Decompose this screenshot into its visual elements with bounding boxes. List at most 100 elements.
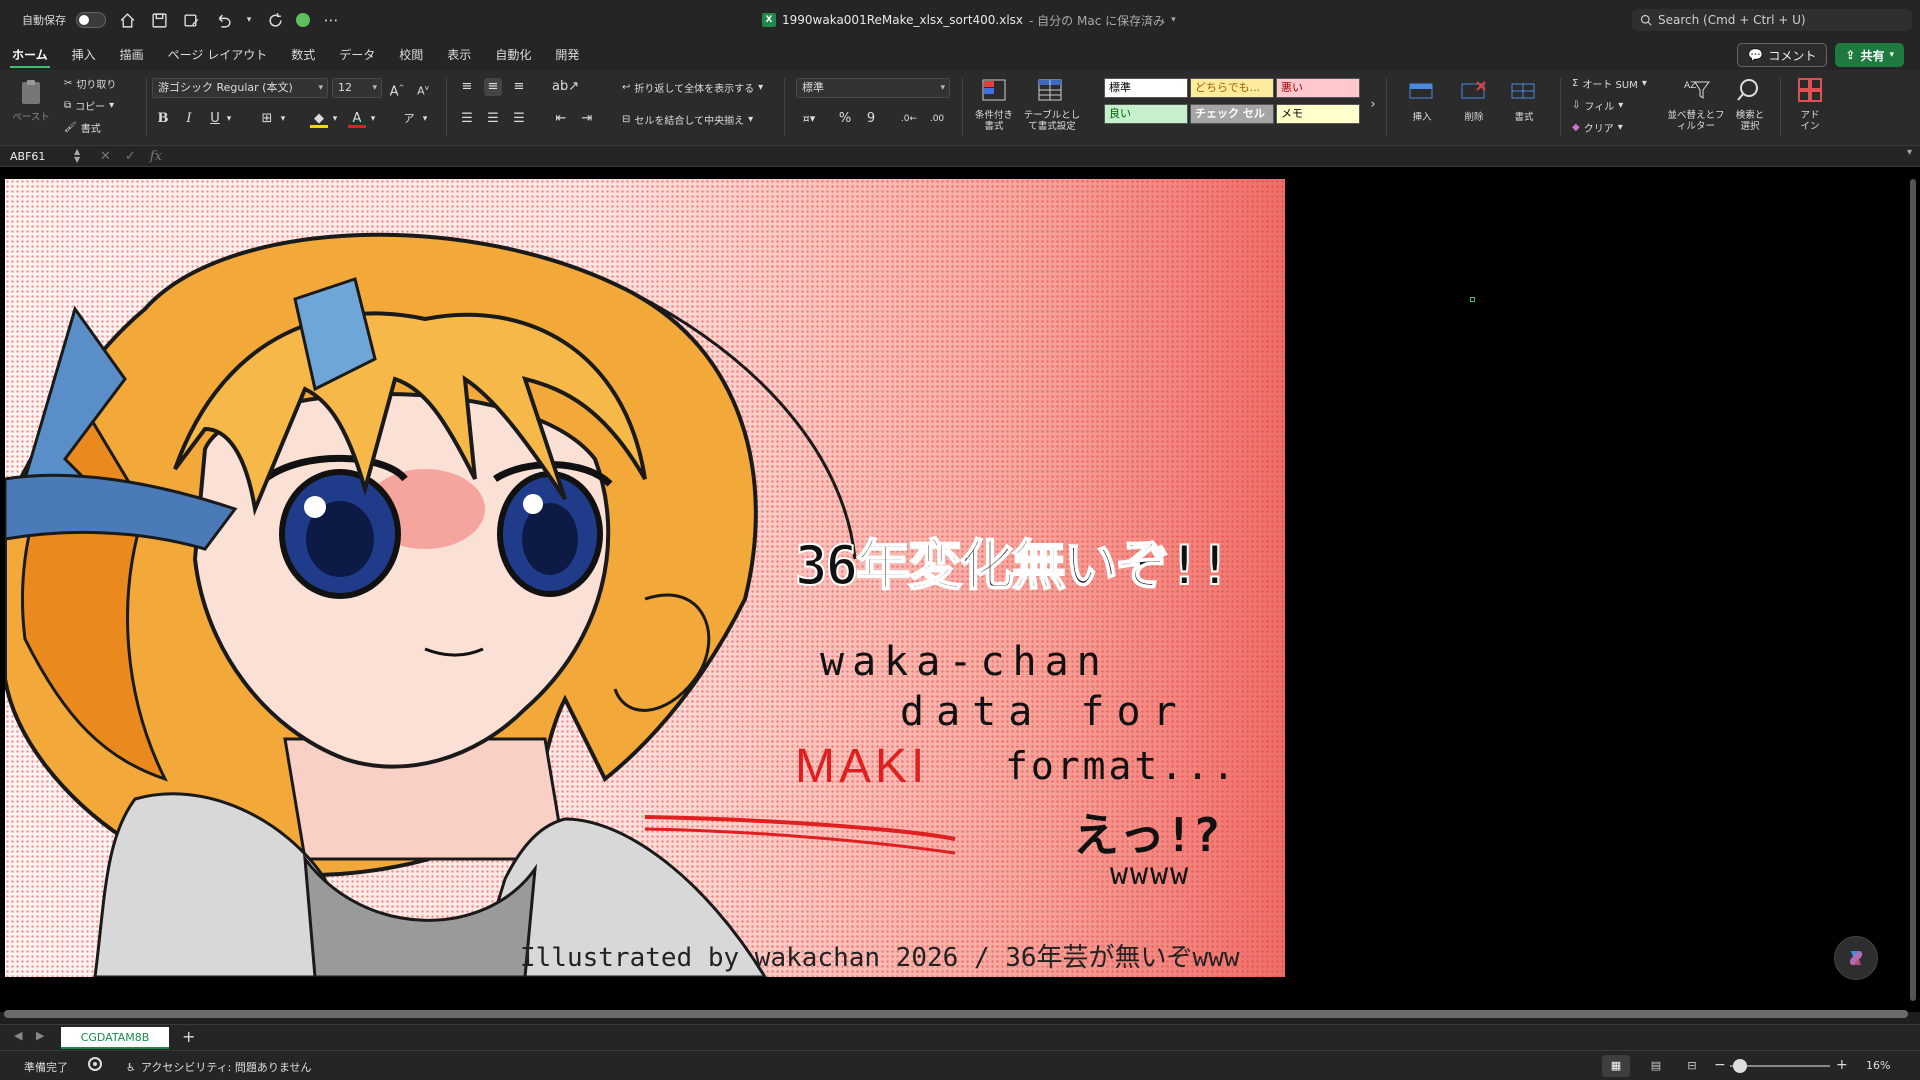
percent-button[interactable]: % bbox=[836, 110, 854, 128]
font-name-select[interactable]: 游ゴシック Regular (本文) bbox=[152, 78, 328, 98]
style-bad[interactable]: 悪い bbox=[1276, 78, 1360, 98]
find-select-button[interactable]: 検索と選択 bbox=[1722, 76, 1778, 132]
name-box-stepper-icon[interactable]: ▲ ▼ bbox=[74, 148, 80, 164]
underline-button[interactable]: U bbox=[206, 110, 224, 128]
zoom-out-icon[interactable]: − bbox=[1714, 1057, 1726, 1073]
style-normal[interactable]: 標準 bbox=[1104, 78, 1188, 98]
autosum-button[interactable]: Σ オート SUM ▾ bbox=[1572, 76, 1647, 91]
add-sheet-icon[interactable]: + bbox=[182, 1027, 195, 1046]
tab-review[interactable]: 校閲 bbox=[387, 40, 435, 70]
conditional-format-button[interactable]: 条件付き書式 bbox=[966, 76, 1022, 132]
page-layout-view-icon[interactable]: ▤ bbox=[1642, 1055, 1670, 1077]
tab-insert[interactable]: 挿入 bbox=[60, 40, 108, 70]
zoom-in-icon[interactable]: + bbox=[1836, 1057, 1848, 1073]
chevron-down-icon[interactable]: ▾ bbox=[368, 110, 378, 128]
name-box[interactable]: ABF61 bbox=[4, 147, 84, 166]
fill-button[interactable]: ⇩ フィル ▾ bbox=[1572, 98, 1623, 113]
chevron-down-icon[interactable]: ▾ bbox=[330, 110, 340, 128]
italic-button[interactable]: I bbox=[180, 110, 198, 128]
chevron-down-icon[interactable]: ▾ bbox=[244, 9, 254, 31]
style-good[interactable]: 良い bbox=[1104, 104, 1188, 124]
sheet-tab-active[interactable]: CGDATAM8B bbox=[61, 1027, 169, 1049]
tab-data[interactable]: データ bbox=[327, 40, 387, 70]
tab-view[interactable]: 表示 bbox=[435, 40, 483, 70]
next-sheet-icon[interactable]: ▶ bbox=[36, 1029, 44, 1042]
copilot-button[interactable] bbox=[1834, 936, 1878, 980]
chevron-down-icon[interactable]: ▾ bbox=[224, 110, 234, 128]
increase-indent-icon[interactable]: ⇥ bbox=[578, 110, 596, 128]
share-button[interactable]: ⇪ 共有 ▾ bbox=[1835, 43, 1904, 67]
orientation-icon[interactable]: ab↗ bbox=[552, 78, 579, 96]
style-neutral[interactable]: どちらでも... bbox=[1190, 78, 1274, 98]
zoom-level[interactable]: 16% bbox=[1866, 1059, 1890, 1072]
fx-button[interactable]: fx bbox=[150, 147, 162, 166]
cancel-icon[interactable]: ✕ bbox=[100, 147, 111, 166]
prev-sheet-icon[interactable]: ◀ bbox=[14, 1029, 22, 1042]
redo-icon[interactable] bbox=[264, 9, 286, 31]
align-left-icon[interactable]: ☰ bbox=[458, 110, 476, 128]
phonetic-icon[interactable]: ア bbox=[400, 110, 418, 128]
align-top-icon[interactable]: ≡ bbox=[458, 78, 476, 96]
align-bottom-icon[interactable]: ≡ bbox=[510, 78, 528, 96]
tab-home[interactable]: ホーム bbox=[0, 40, 60, 70]
font-size-select[interactable]: 12 bbox=[332, 78, 382, 98]
sort-filter-button[interactable]: AZ 並べ替えとフィルター bbox=[1666, 76, 1726, 132]
tab-developer[interactable]: 開発 bbox=[543, 40, 591, 70]
expand-formula-icon[interactable]: ▾ bbox=[1907, 147, 1912, 158]
format-painter-button[interactable]: 🖌 書式 bbox=[64, 120, 101, 135]
tab-page-layout[interactable]: ページ レイアウト bbox=[156, 40, 280, 70]
save-icon[interactable] bbox=[148, 9, 170, 31]
align-middle-icon[interactable]: ≡ bbox=[484, 78, 502, 96]
autosave-toggle[interactable] bbox=[76, 12, 106, 28]
tab-draw[interactable]: 描画 bbox=[108, 40, 156, 70]
format-cells-button[interactable]: 書式 bbox=[1496, 78, 1552, 123]
chevron-down-icon[interactable]: ▾ bbox=[278, 110, 288, 128]
fill-color-icon[interactable]: ◆ bbox=[310, 110, 328, 128]
number-format-select[interactable]: 標準 bbox=[796, 78, 950, 98]
normal-view-icon[interactable]: ▦ bbox=[1602, 1055, 1630, 1077]
font-color-icon[interactable]: A bbox=[348, 110, 366, 128]
borders-icon[interactable]: ⊞ bbox=[258, 110, 276, 128]
embedded-artwork-image[interactable]: 36年変化無いぞ!! waka-chan data for MAKI forma… bbox=[5, 179, 1285, 977]
wrap-text-button[interactable]: ↩ 折り返して全体を表示する ▾ bbox=[622, 80, 763, 95]
merge-center-button[interactable]: ⊟ セルを結合して中央揃え ▾ bbox=[622, 112, 753, 127]
paste-button[interactable]: ペースト bbox=[6, 78, 56, 123]
search-box[interactable]: Search (Cmd + Ctrl + U) bbox=[1632, 9, 1912, 31]
copy-button[interactable]: ⧉ コピー ▾ bbox=[64, 98, 114, 113]
increase-decimal-icon[interactable]: .0← bbox=[900, 110, 918, 128]
decrease-font-icon[interactable]: Av bbox=[414, 79, 432, 98]
delete-cells-button[interactable]: 削除 bbox=[1446, 78, 1502, 123]
accessibility-status[interactable]: ♿ アクセシビリティ: 問題ありません bbox=[126, 1059, 312, 1075]
chevron-down-icon[interactable]: ▾ bbox=[420, 110, 430, 128]
comment-button[interactable]: 💬 コメント bbox=[1737, 43, 1828, 67]
worksheet-area[interactable]: 36年変化無いぞ!! waka-chan data for MAKI forma… bbox=[0, 167, 1920, 1018]
decrease-decimal-icon[interactable]: .00 bbox=[928, 110, 946, 128]
horizontal-scrollbar[interactable] bbox=[4, 1010, 1908, 1018]
macro-record-icon[interactable] bbox=[88, 1057, 102, 1071]
style-check-cell[interactable]: チェック セル bbox=[1190, 104, 1274, 124]
decrease-indent-icon[interactable]: ⇤ bbox=[552, 110, 570, 128]
selected-cell[interactable] bbox=[1470, 297, 1475, 302]
align-center-icon[interactable]: ☰ bbox=[484, 110, 502, 128]
currency-icon[interactable]: ¤▾ bbox=[800, 110, 818, 128]
align-right-icon[interactable]: ☰ bbox=[510, 110, 528, 128]
tab-automate[interactable]: 自動化 bbox=[483, 40, 543, 70]
save-as-icon[interactable] bbox=[180, 9, 202, 31]
zoom-slider-thumb[interactable] bbox=[1733, 1059, 1747, 1073]
home-icon[interactable] bbox=[116, 9, 138, 31]
insert-cells-button[interactable]: 挿入 bbox=[1394, 78, 1450, 123]
vertical-scrollbar[interactable] bbox=[1910, 179, 1916, 1001]
more-icon[interactable]: ⋯ bbox=[320, 9, 342, 31]
addin-button[interactable]: アドイン bbox=[1782, 76, 1838, 132]
increase-font-icon[interactable]: A^ bbox=[388, 79, 406, 99]
style-note[interactable]: メモ bbox=[1276, 104, 1360, 124]
chevron-right-icon[interactable]: › bbox=[1364, 96, 1382, 114]
undo-icon[interactable] bbox=[212, 9, 234, 31]
format-as-table-button[interactable]: テーブルとして書式設定 bbox=[1022, 76, 1080, 132]
tab-formulas[interactable]: 数式 bbox=[279, 40, 327, 70]
chevron-down-icon[interactable]: ▾ bbox=[1171, 15, 1176, 25]
comma-style-icon[interactable]: 9 bbox=[862, 110, 880, 128]
cut-button[interactable]: ✂ 切り取り bbox=[64, 76, 116, 91]
enter-icon[interactable]: ✓ bbox=[125, 147, 136, 166]
page-break-view-icon[interactable]: ⊟ bbox=[1678, 1055, 1706, 1077]
